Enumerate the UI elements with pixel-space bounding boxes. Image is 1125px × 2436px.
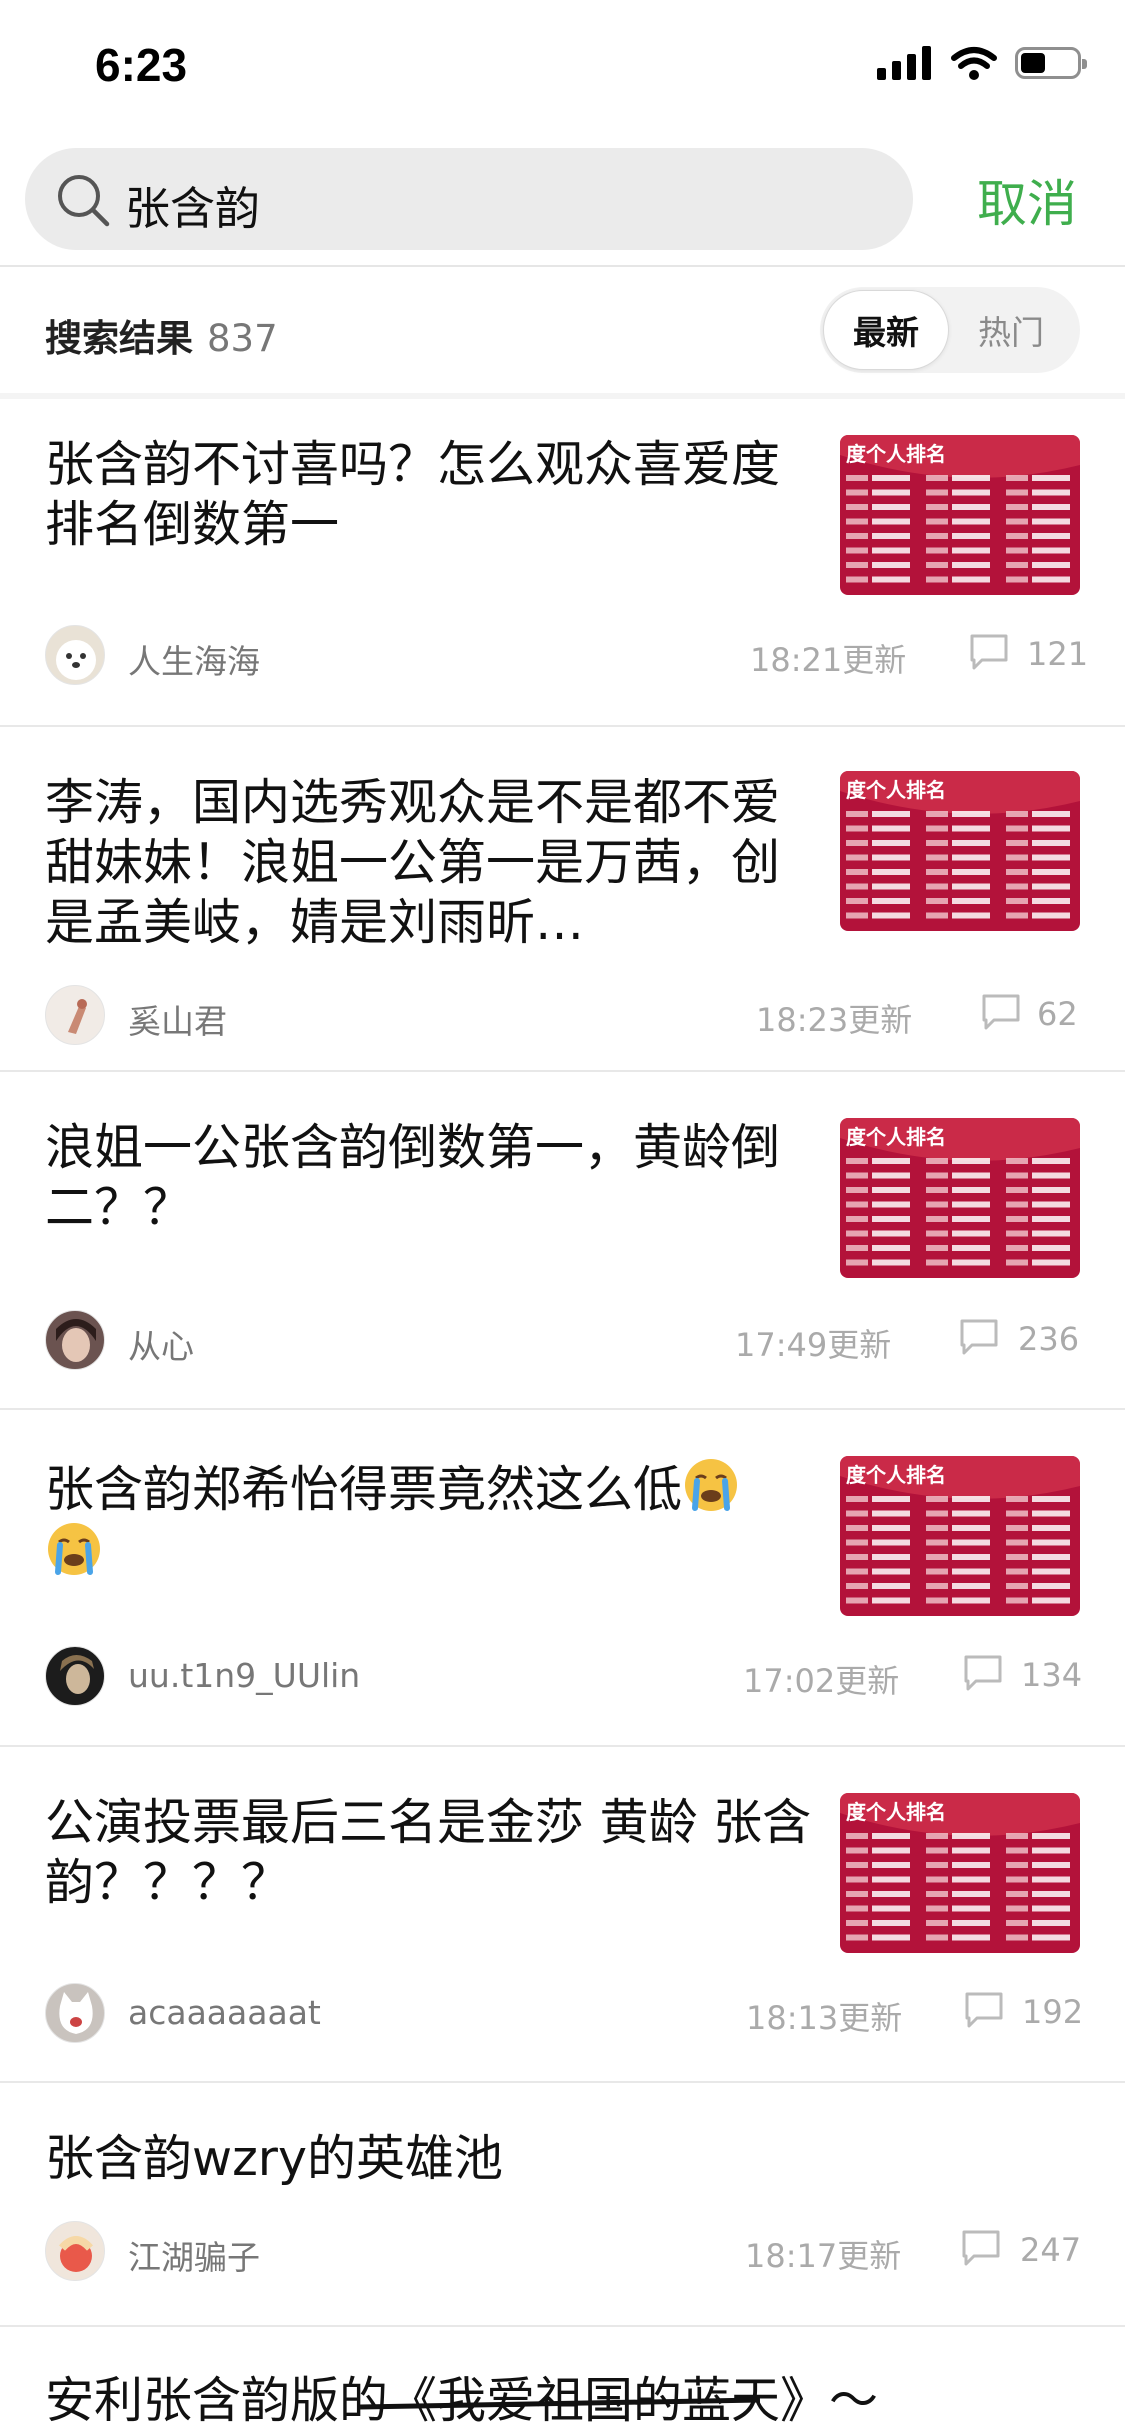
update-time: 18:23更新: [756, 1001, 913, 1039]
list-item[interactable]: 张含韵不讨喜吗？怎么观众喜爱度排名倒数第一 度个人排名 人生海海 18:21更新…: [0, 399, 1125, 727]
comment-icon: [982, 994, 1020, 1030]
avatar[interactable]: [45, 2221, 105, 2281]
author-name[interactable]: 江湖骗子: [128, 2231, 260, 2279]
author-name[interactable]: 奚山君: [128, 995, 227, 1043]
search-input[interactable]: 张含韵: [25, 148, 913, 250]
list-item[interactable]: 安利张含韵版的《我爱祖国的蓝天》～: [0, 2327, 1125, 2436]
thumbnail-heading: 度个人排名: [846, 778, 946, 802]
sort-latest-button[interactable]: 最新: [823, 290, 949, 370]
sort-toggle: 最新 热门: [820, 287, 1080, 373]
comment-icon: [965, 1992, 1003, 2028]
post-thumbnail: 度个人排名: [840, 1118, 1080, 1278]
comment-count: 62: [1037, 995, 1078, 1033]
comment-count: 247: [1020, 2231, 1082, 2269]
post-title: 浪姐一公张含韵倒数第一，黄龄倒二？？: [45, 1119, 781, 1236]
comment-icon: [970, 634, 1008, 670]
update-time: 18:17更新: [745, 2237, 902, 2275]
list-item[interactable]: 李涛，国内选秀观众是不是都不爱甜妹妹！浪姐一公第一是万茜，创是孟美岐，婧是刘雨昕…: [0, 727, 1125, 1072]
post-title: 张含韵不讨喜吗？怎么观众喜爱度排名倒数第一: [45, 436, 781, 553]
status-time: 6:23: [95, 39, 188, 91]
update-time: 18:21更新: [750, 641, 907, 679]
status-bar: 6:23: [0, 0, 1125, 140]
post-title: 李涛，国内选秀观众是不是都不爱甜妹妹！浪姐一公第一是万茜，创是孟美岐，婧是刘雨昕…: [45, 774, 781, 951]
author-name[interactable]: uu.t1n9_UUlin: [128, 1656, 360, 1695]
update-time: 18:13更新: [746, 1999, 903, 2037]
signal-icon: [877, 46, 931, 80]
author-name[interactable]: 从心: [128, 1320, 194, 1368]
post-title: 张含韵wzry的英雄池: [45, 2130, 503, 2187]
comment-count: 134: [1021, 1656, 1083, 1694]
avatar[interactable]: [45, 985, 105, 1045]
avatar[interactable]: [45, 1310, 105, 1370]
results-label: 搜索结果 837: [45, 317, 278, 360]
comment-count: 121: [1027, 635, 1089, 673]
comment-count: 236: [1018, 1320, 1080, 1358]
post-thumbnail: 度个人排名: [840, 1456, 1080, 1616]
author-name[interactable]: acaaaaaaat: [128, 1993, 321, 2032]
avatar[interactable]: [45, 1646, 105, 1706]
update-time: 17:02更新: [743, 1662, 900, 1700]
cry-emoji-icon: [48, 1523, 100, 1575]
post-thumbnail: 度个人排名: [840, 771, 1080, 931]
thumbnail-heading: 度个人排名: [846, 1463, 946, 1487]
battery-icon: [1015, 47, 1087, 79]
thumbnail-heading: 度个人排名: [846, 1125, 946, 1149]
post-thumbnail: 度个人排名: [840, 435, 1080, 595]
search-query: 张含韵: [125, 182, 261, 235]
thumbnail-heading: 度个人排名: [846, 442, 946, 466]
avatar[interactable]: [45, 1983, 105, 2043]
update-time: 17:49更新: [735, 1326, 892, 1364]
cry-emoji-icon: [685, 1459, 738, 1511]
status-icons: [877, 46, 1087, 80]
avatar[interactable]: [45, 625, 105, 685]
results-header: 搜索结果 837 最新 热门: [0, 267, 1125, 393]
comment-icon: [962, 2230, 1000, 2266]
comment-count: 192: [1022, 1993, 1084, 2031]
author-name[interactable]: 人生海海: [128, 635, 260, 683]
cancel-button[interactable]: 取消: [977, 164, 1077, 236]
comment-icon: [964, 1655, 1002, 1691]
results-count: 837: [207, 317, 278, 360]
post-title: 张含韵郑希怡得票竟然这么低: [45, 1456, 805, 1584]
list-item[interactable]: 浪姐一公张含韵倒数第一，黄龄倒二？？ 度个人排名 从心 17:49更新 236: [0, 1072, 1125, 1410]
comment-icon: [960, 1319, 998, 1355]
search-icon: [58, 175, 110, 227]
list-item[interactable]: 张含韵wzry的英雄池 江湖骗子 18:17更新 247: [0, 2083, 1125, 2327]
sort-hot-button[interactable]: 热门: [948, 290, 1074, 370]
wifi-icon: [951, 47, 997, 80]
post-title: 公演投票最后三名是金莎 黄龄 张含韵？？？？: [45, 1794, 812, 1911]
list-item[interactable]: 张含韵郑希怡得票竟然这么低 度个人排名 uu.t1n9_UUlin 17:02更…: [0, 1410, 1125, 1747]
list-item[interactable]: 公演投票最后三名是金莎 黄龄 张含韵？？？？ 度个人排名 acaaaaaaat …: [0, 1747, 1125, 2083]
search-row: 张含韵 取消: [0, 140, 1125, 266]
post-thumbnail: 度个人排名: [840, 1793, 1080, 1953]
thumbnail-heading: 度个人排名: [846, 1800, 946, 1824]
